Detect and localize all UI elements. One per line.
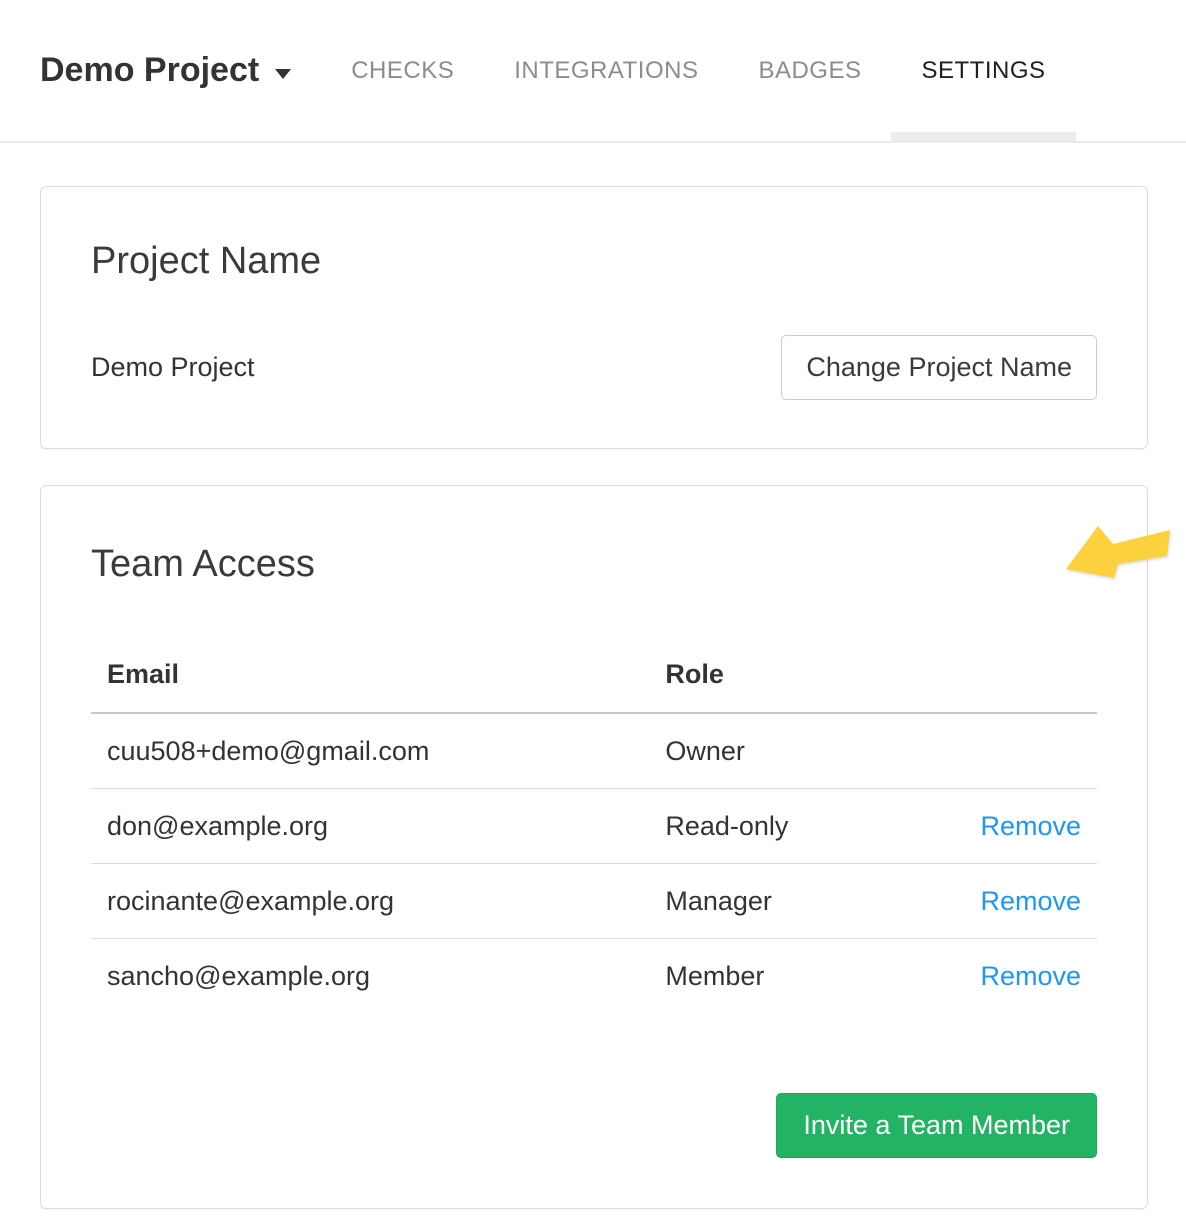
- team-access-card: Team Access Email Role cuu508+demo@gmail…: [40, 485, 1148, 1209]
- table-row: rocinante@example.org Manager Remove: [91, 864, 1097, 939]
- change-project-name-button[interactable]: Change Project Name: [781, 335, 1097, 400]
- project-name-row: Demo Project Change Project Name: [91, 335, 1097, 400]
- remove-member-link[interactable]: Remove: [980, 961, 1081, 991]
- invite-row: Invite a Team Member: [91, 1093, 1097, 1158]
- actions-column-header: [951, 636, 1097, 713]
- tab-settings[interactable]: SETTINGS: [891, 0, 1075, 141]
- member-role: Manager: [649, 864, 951, 939]
- settings-page-content: Project Name Demo Project Change Project…: [0, 186, 1186, 1209]
- invite-team-member-button[interactable]: Invite a Team Member: [776, 1093, 1097, 1158]
- role-column-header: Role: [649, 636, 951, 713]
- member-action-cell: [951, 713, 1097, 789]
- member-email: sancho@example.org: [91, 939, 649, 1014]
- member-action-cell: Remove: [951, 939, 1097, 1014]
- remove-member-link[interactable]: Remove: [980, 886, 1081, 916]
- table-row: cuu508+demo@gmail.com Owner: [91, 713, 1097, 789]
- member-role: Owner: [649, 713, 951, 789]
- tab-integrations[interactable]: INTEGRATIONS: [484, 0, 728, 141]
- tab-badges[interactable]: BADGES: [728, 0, 891, 141]
- email-column-header: Email: [91, 636, 649, 713]
- table-row: don@example.org Read-only Remove: [91, 789, 1097, 864]
- table-row: sancho@example.org Member Remove: [91, 939, 1097, 1014]
- table-header-row: Email Role: [91, 636, 1097, 713]
- current-project-name: Demo Project: [91, 352, 255, 383]
- nav-tabs: CHECKS INTEGRATIONS BADGES SETTINGS: [321, 0, 1075, 141]
- member-email: cuu508+demo@gmail.com: [91, 713, 649, 789]
- member-action-cell: Remove: [951, 789, 1097, 864]
- project-switcher[interactable]: Demo Project: [40, 51, 291, 90]
- chevron-down-icon: [275, 69, 291, 79]
- top-navigation: Demo Project CHECKS INTEGRATIONS BADGES …: [0, 0, 1186, 143]
- team-access-heading: Team Access: [91, 542, 1097, 586]
- project-title: Demo Project: [40, 51, 259, 90]
- team-members-table: Email Role cuu508+demo@gmail.com Owner d…: [91, 636, 1097, 1013]
- member-role: Member: [649, 939, 951, 1014]
- member-role: Read-only: [649, 789, 951, 864]
- project-name-heading: Project Name: [91, 239, 1097, 283]
- project-name-card: Project Name Demo Project Change Project…: [40, 186, 1148, 449]
- member-email: rocinante@example.org: [91, 864, 649, 939]
- tab-checks[interactable]: CHECKS: [321, 0, 484, 141]
- member-email: don@example.org: [91, 789, 649, 864]
- member-action-cell: Remove: [951, 864, 1097, 939]
- remove-member-link[interactable]: Remove: [980, 811, 1081, 841]
